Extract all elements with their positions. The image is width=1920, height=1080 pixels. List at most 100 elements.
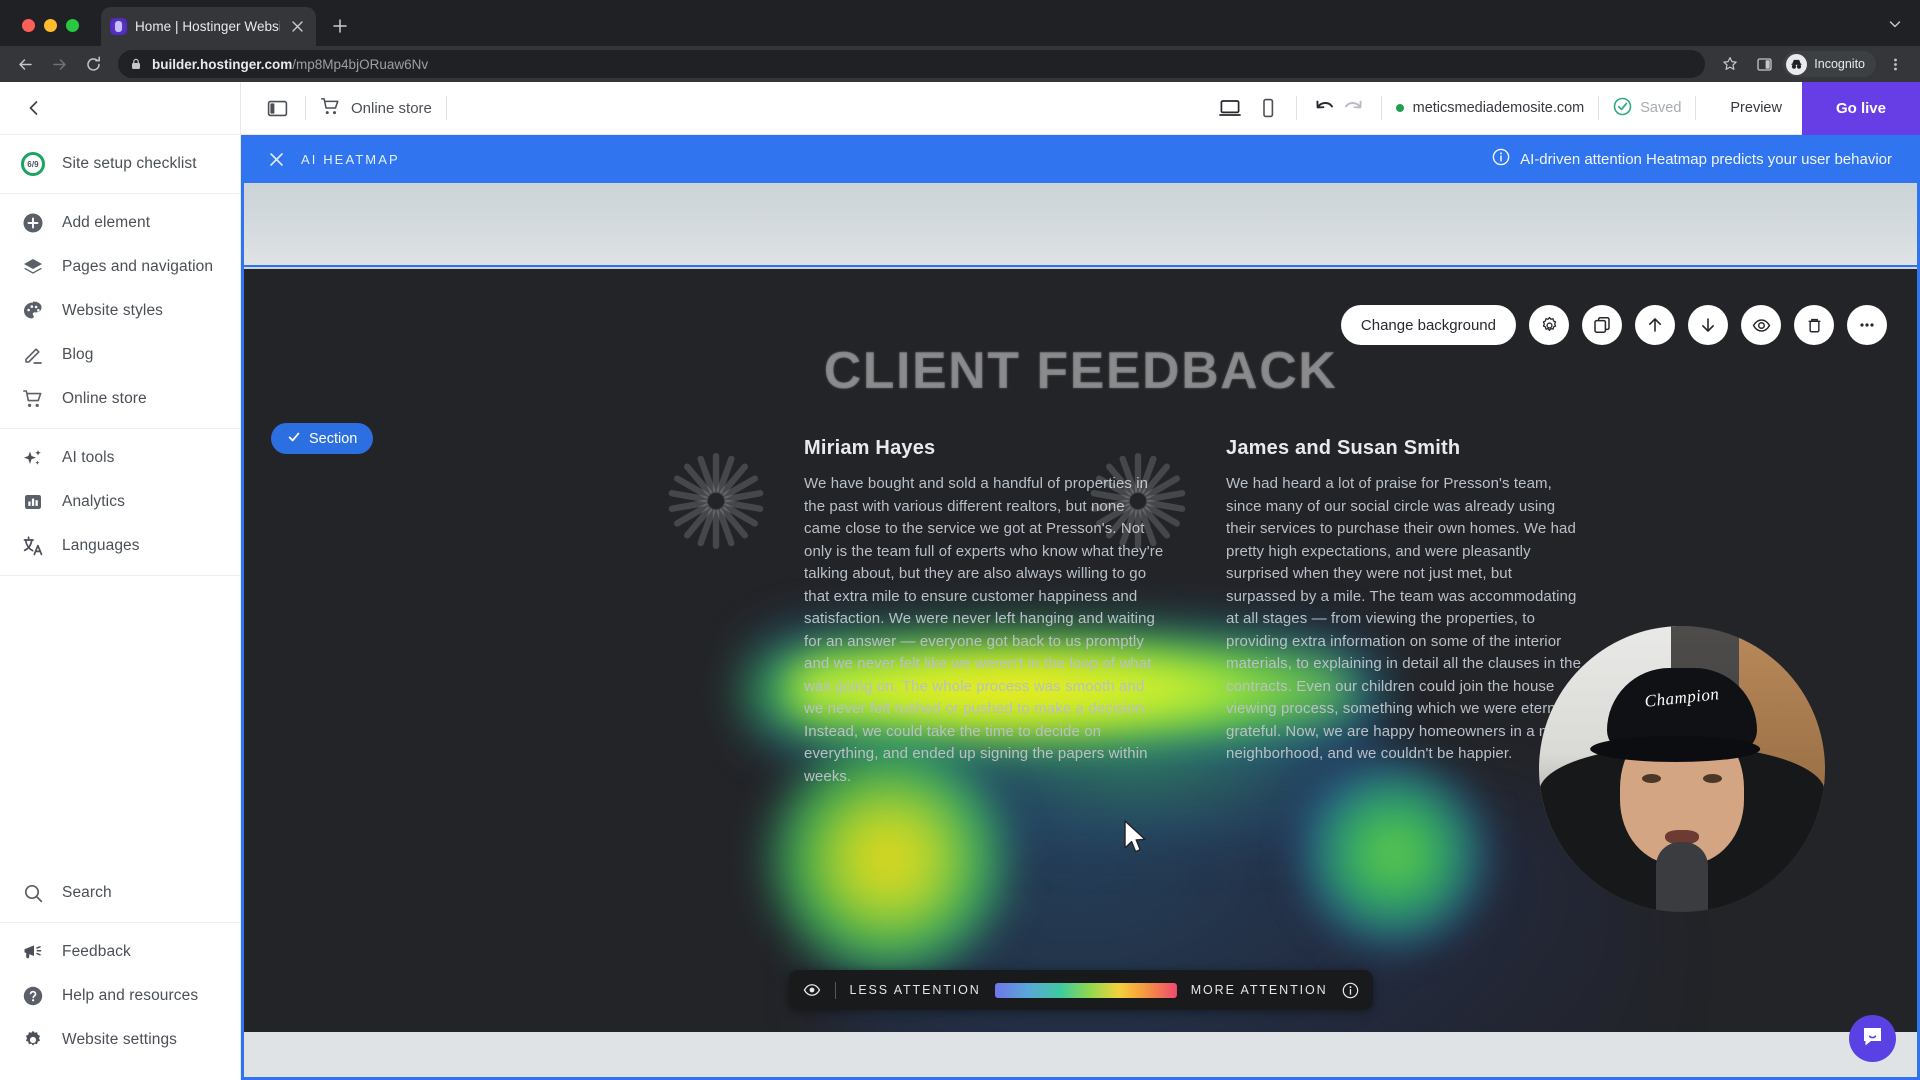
topbar-online-store-button[interactable]: Online store bbox=[320, 96, 432, 121]
eye-icon[interactable] bbox=[802, 981, 820, 999]
info-circle-icon[interactable] bbox=[1492, 148, 1510, 170]
desktop-icon[interactable] bbox=[1216, 94, 1244, 122]
back-icon[interactable] bbox=[10, 49, 40, 79]
webcam-microphone bbox=[1656, 842, 1708, 912]
sidebar-item-website-settings[interactable]: Website settings bbox=[0, 1018, 240, 1062]
sidebar-item-label: Search bbox=[62, 884, 112, 901]
sidebar-item-feedback[interactable]: Feedback bbox=[0, 930, 240, 974]
side-panel-icon[interactable] bbox=[1749, 49, 1779, 79]
new-tab-button[interactable] bbox=[325, 11, 355, 41]
section-badge[interactable]: Section bbox=[271, 423, 374, 454]
sidebar-item-label: Feedback bbox=[62, 943, 131, 960]
close-icon[interactable] bbox=[269, 152, 295, 167]
profile-chip[interactable]: Incognito bbox=[1783, 51, 1876, 77]
sparkles-icon bbox=[20, 445, 46, 471]
ai-heatmap-banner: AI HEATMAP AI-driven attention Heatmap p… bbox=[241, 135, 1920, 183]
sidebar-item-label: Online store bbox=[62, 390, 147, 407]
section-delete-button[interactable] bbox=[1794, 305, 1834, 345]
testimonial-card[interactable]: James and Susan Smith We had heard a lot… bbox=[1090, 437, 1586, 788]
reload-icon[interactable] bbox=[78, 49, 108, 79]
mouse-cursor bbox=[1123, 820, 1149, 861]
gear-icon bbox=[20, 1027, 46, 1053]
sidebar-group-checklist: 6/9 Site setup checklist bbox=[0, 135, 240, 194]
canvas-top-strip bbox=[244, 183, 1917, 267]
sidebar-item-blog[interactable]: Blog bbox=[0, 333, 240, 377]
change-background-button[interactable]: Change background bbox=[1340, 305, 1516, 345]
sidebar-item-analytics[interactable]: Analytics bbox=[0, 480, 240, 524]
webcam-person-eye-right bbox=[1703, 774, 1722, 783]
status-dot bbox=[1395, 104, 1404, 112]
heatmap-banner-info: AI-driven attention Heatmap predicts you… bbox=[1492, 148, 1892, 170]
sidebar-item-ai-tools[interactable]: AI tools bbox=[0, 436, 240, 480]
section-more-button[interactable] bbox=[1847, 305, 1887, 345]
sidebar-item-label: Website settings bbox=[62, 1031, 178, 1048]
bookmark-star-icon[interactable] bbox=[1715, 49, 1745, 79]
address-bar[interactable]: builder.hostinger.com/mp8Mp4bjORuaw6Nv bbox=[118, 50, 1706, 78]
sidebar-item-languages[interactable]: Languages bbox=[0, 524, 240, 568]
canvas-bottom-strip bbox=[244, 1032, 1917, 1077]
window-minimize-button[interactable] bbox=[44, 19, 57, 32]
section-badge-label: Section bbox=[309, 430, 358, 447]
question-circle-icon bbox=[20, 983, 46, 1009]
webcam-overlay: Champion bbox=[1539, 626, 1825, 912]
domain-chip[interactable]: meticsmediademosite.com bbox=[1395, 100, 1585, 116]
kebab-menu-icon[interactable] bbox=[1880, 49, 1910, 79]
sidebar-item-help-and-resources[interactable]: Help and resources bbox=[0, 974, 240, 1018]
panel-toggle-icon[interactable] bbox=[263, 94, 291, 122]
section-move-down-button[interactable] bbox=[1688, 305, 1728, 345]
browser-chrome: Home | Hostinger Website Buil bbox=[0, 0, 1920, 82]
sidebar-item-pages-and-navigation[interactable]: Pages and navigation bbox=[0, 245, 240, 289]
section-visibility-button[interactable] bbox=[1741, 305, 1781, 345]
hostinger-builder-app: 6/9 Site setup checklist Add element Pag… bbox=[0, 81, 1920, 1080]
url-text: builder.hostinger.com/mp8Mp4bjORuaw6Nv bbox=[152, 56, 429, 72]
section-settings-button[interactable] bbox=[1529, 305, 1569, 345]
info-circle-icon[interactable] bbox=[1342, 982, 1359, 999]
progress-ring-icon: 6/9 bbox=[20, 151, 46, 177]
checklist-progress-label: 6/9 bbox=[27, 159, 39, 169]
undo-icon[interactable] bbox=[1311, 94, 1339, 122]
sidebar-item-site-setup-checklist[interactable]: 6/9 Site setup checklist bbox=[0, 142, 240, 186]
webcam-person-eye-left bbox=[1642, 774, 1661, 783]
sunburst-icon bbox=[664, 449, 768, 553]
shopping-cart-icon bbox=[320, 96, 341, 121]
website-section[interactable]: Change background CLIENT FEEDBACK Miriam… bbox=[244, 269, 1917, 1032]
sidebar-item-add-element[interactable]: Add element bbox=[0, 201, 240, 245]
chevron-down-icon[interactable] bbox=[1888, 17, 1902, 36]
testimonial-author: James and Susan Smith bbox=[1226, 437, 1461, 459]
legend-gradient-bar bbox=[994, 982, 1177, 998]
lock-icon bbox=[130, 58, 142, 70]
window-close-button[interactable] bbox=[22, 19, 35, 32]
sidebar-item-website-styles[interactable]: Website styles bbox=[0, 289, 240, 333]
heatmap-banner-title: AI HEATMAP bbox=[301, 151, 400, 167]
forward-icon[interactable] bbox=[44, 49, 74, 79]
chat-widget-button[interactable] bbox=[1849, 1015, 1896, 1062]
section-move-up-button[interactable] bbox=[1635, 305, 1675, 345]
divider bbox=[1380, 96, 1382, 120]
browser-tab[interactable]: Home | Hostinger Website Buil bbox=[101, 7, 316, 46]
redo-icon[interactable] bbox=[1339, 94, 1367, 122]
divider bbox=[1295, 96, 1297, 120]
domain-label: meticsmediademosite.com bbox=[1412, 100, 1585, 116]
sidebar-item-label: Help and resources bbox=[62, 987, 199, 1004]
sidebar-item-online-store[interactable]: Online store bbox=[0, 377, 240, 421]
window-maximize-button[interactable] bbox=[66, 19, 79, 32]
section-toolbar: Change background bbox=[1340, 305, 1887, 345]
testimonial-text: We had heard a lot of praise for Presson… bbox=[1226, 475, 1582, 762]
megaphone-icon bbox=[20, 939, 46, 965]
plus-circle-icon bbox=[20, 210, 46, 236]
bar-chart-icon bbox=[20, 489, 46, 515]
chat-bubble-icon bbox=[1860, 1024, 1885, 1054]
mobile-icon[interactable] bbox=[1254, 94, 1282, 122]
divider bbox=[1695, 96, 1697, 120]
section-duplicate-button[interactable] bbox=[1582, 305, 1622, 345]
sidebar-collapse-button[interactable] bbox=[0, 82, 240, 135]
go-live-button[interactable]: Go live bbox=[1801, 81, 1920, 135]
sidebar-item-search[interactable]: Search bbox=[0, 871, 240, 915]
close-icon[interactable] bbox=[288, 17, 307, 36]
check-icon bbox=[287, 430, 301, 448]
heatmap-legend: LESS ATTENTION MORE ATTENTION bbox=[788, 970, 1373, 1010]
search-icon bbox=[20, 880, 46, 906]
preview-button[interactable]: Preview bbox=[1710, 100, 1802, 116]
legend-less-label: LESS ATTENTION bbox=[849, 983, 981, 997]
sidebar-group-tools: AI tools Analytics Languages bbox=[0, 429, 240, 576]
